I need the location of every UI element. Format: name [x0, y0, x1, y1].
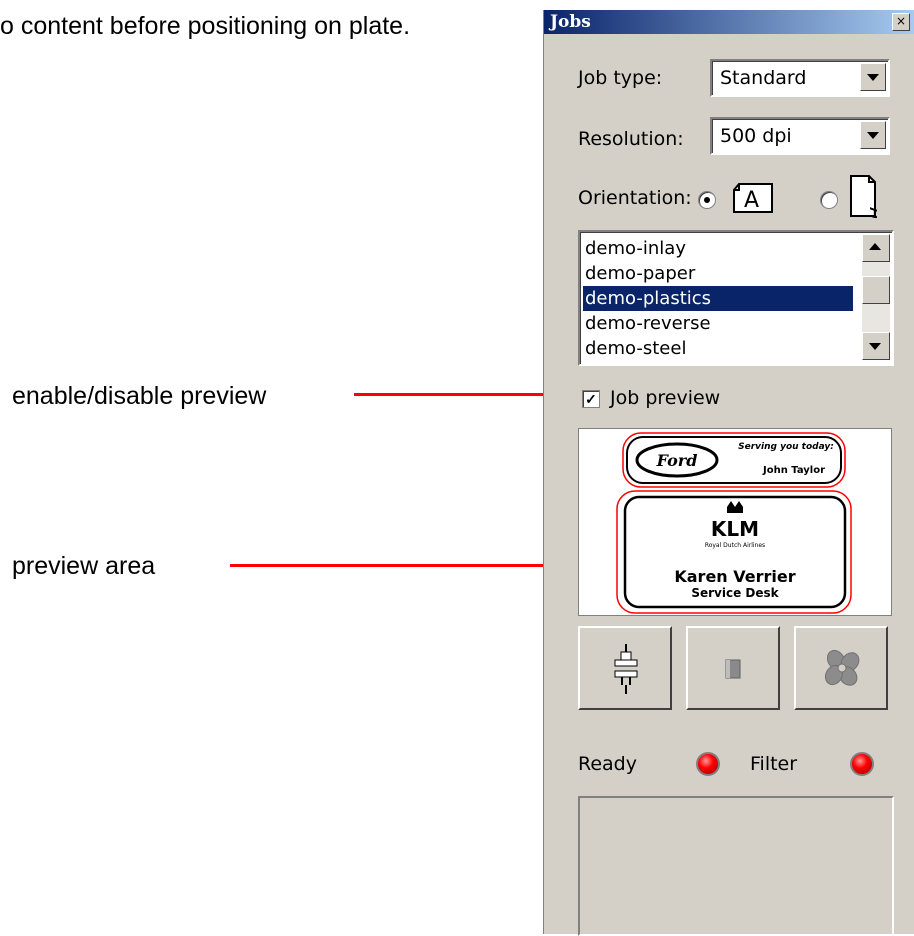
label1-line2: John Taylor	[762, 465, 825, 476]
list-item[interactable]: demo-inlay	[583, 236, 853, 261]
list-item[interactable]: demo-steel	[583, 336, 853, 361]
scroll-thumb[interactable]	[862, 276, 890, 304]
label2-name: Karen Verrier	[674, 567, 795, 586]
page-icon	[725, 659, 741, 679]
plug-connect-icon	[614, 644, 638, 694]
resolution-label: Resolution:	[578, 128, 684, 150]
klm-logo-text: KLM	[711, 517, 759, 541]
landscape-glyph: A	[744, 188, 759, 213]
chevron-down-icon	[867, 132, 879, 139]
preview-canvas: Ford Serving you today: John Taylor KLM …	[616, 432, 852, 614]
chevron-down-icon	[867, 74, 879, 81]
ford-logo-text: Ford	[656, 451, 698, 470]
job-preview-checkbox[interactable]: ✓	[582, 390, 600, 408]
chevron-up-icon	[869, 243, 881, 250]
job-preview-label: Job preview	[610, 387, 721, 409]
portrait-glyph: A	[865, 207, 877, 218]
orientation-landscape-radio[interactable]	[698, 191, 716, 209]
list-scrollbar[interactable]	[862, 234, 890, 360]
klm-tagline: Royal Dutch Airlines	[705, 542, 765, 549]
jobs-panel: Jobs × Job type: Standard Resolution: 50…	[543, 10, 914, 936]
orientation-portrait-radio[interactable]	[820, 191, 838, 209]
label2-role: Service Desk	[691, 586, 779, 600]
chevron-down-icon	[869, 343, 881, 350]
resolution-select[interactable]: 500 dpi	[710, 117, 890, 155]
annotation-preview-toggle: enable/disable preview	[12, 382, 267, 410]
fan-icon	[824, 649, 860, 686]
titlebar: Jobs ×	[544, 10, 914, 34]
resolution-dropdown-button[interactable]	[860, 121, 886, 149]
status-message-box	[578, 796, 894, 936]
orientation-label: Orientation:	[578, 187, 692, 209]
portrait-orientation-icon[interactable]: A	[849, 174, 877, 218]
connect-button[interactable]	[578, 626, 672, 710]
filter-indicator-led	[850, 752, 874, 776]
arrow-to-checkbox	[354, 393, 564, 396]
fan-button[interactable]	[794, 626, 888, 710]
arrow-to-preview	[230, 564, 564, 567]
close-button[interactable]: ×	[892, 13, 910, 31]
job-type-select[interactable]: Standard	[710, 59, 890, 97]
filter-label: Filter	[750, 753, 798, 775]
preview-area: Ford Serving you today: John Taylor KLM …	[578, 428, 892, 616]
ready-indicator-led	[696, 752, 720, 776]
klm-crown-icon	[727, 501, 743, 513]
job-type-dropdown-button[interactable]	[860, 63, 886, 91]
list-item-selected[interactable]: demo-plastics	[583, 286, 853, 311]
job-type-value: Standard	[720, 67, 807, 89]
document-text: o content before positioning on plate.	[0, 12, 411, 40]
page-button[interactable]	[686, 626, 780, 710]
list-item[interactable]: demo-reverse	[583, 311, 853, 336]
panel-title: Jobs	[550, 12, 591, 32]
scroll-up-button[interactable]	[862, 234, 890, 262]
job-type-label: Job type:	[578, 67, 663, 89]
list-item[interactable]: demo-paper	[583, 261, 853, 286]
resolution-value: 500 dpi	[720, 125, 792, 147]
ready-label: Ready	[578, 753, 637, 775]
landscape-orientation-icon[interactable]: A	[732, 180, 774, 214]
label1-line1: Serving you today:	[738, 442, 834, 452]
scroll-down-button[interactable]	[862, 332, 890, 360]
annotation-preview-area: preview area	[12, 552, 156, 580]
radio-selected-dot	[704, 197, 710, 203]
job-list[interactable]: demo-inlay demo-paper demo-plastics demo…	[578, 230, 894, 366]
